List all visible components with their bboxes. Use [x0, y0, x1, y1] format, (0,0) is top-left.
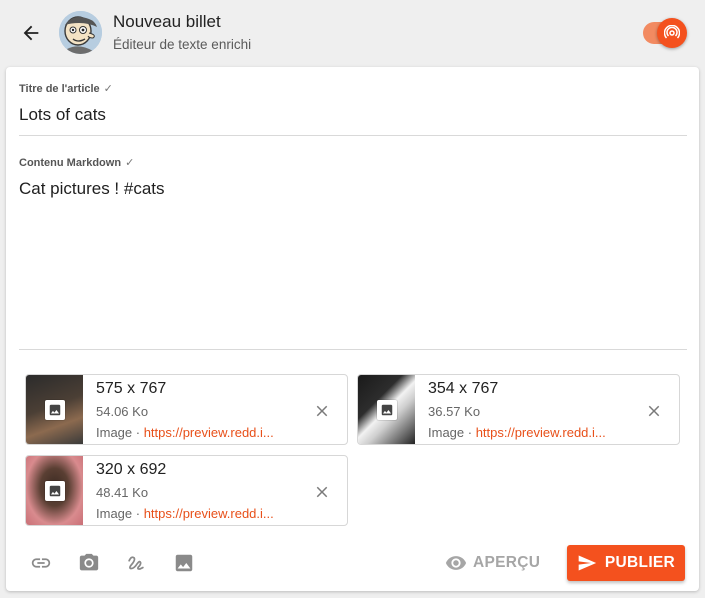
- take-photo-button[interactable]: [77, 551, 101, 575]
- attachment-link[interactable]: https://preview.redd.i...: [144, 425, 274, 440]
- page-subtitle: Éditeur de texte enrichi: [113, 37, 252, 52]
- attachment-dimensions: 354 x 767: [428, 380, 499, 397]
- attachment-meta: Image · https://preview.redd.i...: [96, 506, 274, 521]
- link-icon: [31, 558, 51, 568]
- preview-label: APERÇU: [473, 554, 541, 571]
- attachment-size: 54.06 Ko: [96, 404, 149, 419]
- image-icon: [376, 399, 397, 420]
- draw-button[interactable]: [124, 551, 148, 575]
- publish-button[interactable]: PUBLIER: [567, 545, 685, 581]
- attachment-thumbnail: [26, 375, 83, 444]
- broadcast-icon: [664, 25, 680, 39]
- preview-button[interactable]: APERÇU: [445, 545, 540, 581]
- divider: [19, 349, 687, 350]
- image-icon: [44, 480, 65, 501]
- arrow-back-icon: [23, 25, 39, 41]
- insert-image-button[interactable]: [172, 551, 196, 575]
- attachment-dimensions: 320 x 692: [96, 461, 167, 478]
- attachment-link[interactable]: https://preview.redd.i...: [144, 506, 274, 521]
- attachment-link[interactable]: https://preview.redd.i...: [476, 425, 606, 440]
- publish-label: PUBLIER: [604, 554, 676, 571]
- camera-icon: [79, 553, 99, 571]
- attachment-size: 36.57 Ko: [428, 404, 481, 419]
- remove-attachment-button[interactable]: [310, 480, 334, 504]
- title-label-row: Titre de l'article ✓: [19, 82, 113, 96]
- close-icon: [648, 405, 660, 417]
- image-icon: [44, 399, 65, 420]
- check-icon: ✓: [125, 157, 135, 169]
- remove-attachment-button[interactable]: [310, 399, 334, 423]
- remove-attachment-button[interactable]: [642, 399, 666, 423]
- attachment-meta: Image · https://preview.redd.i...: [428, 425, 606, 440]
- attachment-type: Image ·: [96, 425, 144, 440]
- close-icon: [316, 486, 328, 498]
- attachment-card[interactable]: 354 x 767 36.57 Ko Image · https://previ…: [357, 374, 680, 445]
- draw-icon: [128, 556, 144, 570]
- divider: [19, 135, 687, 136]
- eye-icon: [445, 556, 467, 570]
- editor-card: Titre de l'article ✓ Lots of cats Conten…: [6, 67, 699, 591]
- attachment-dimensions: 575 x 767: [96, 380, 167, 397]
- broadcast-toggle[interactable]: [641, 17, 689, 49]
- insert-link-button[interactable]: [29, 551, 53, 575]
- send-icon: [578, 555, 597, 571]
- attachment-card[interactable]: 575 x 767 54.06 Ko Image · https://previ…: [25, 374, 348, 445]
- image-icon: [175, 554, 193, 572]
- back-button[interactable]: [16, 18, 46, 48]
- content-field[interactable]: Cat pictures ! #cats: [19, 179, 165, 199]
- attachment-thumbnail: [26, 456, 83, 525]
- attachment-meta: Image · https://preview.redd.i...: [96, 425, 274, 440]
- check-icon: ✓: [103, 83, 113, 95]
- toggle-knob: [657, 18, 687, 48]
- content-field-label: Contenu Markdown: [19, 156, 122, 169]
- title-field[interactable]: Lots of cats: [19, 105, 106, 125]
- app-bar: Nouveau billet Éditeur de texte enrichi: [0, 0, 705, 66]
- close-icon: [316, 405, 328, 417]
- attachment-type: Image ·: [96, 506, 144, 521]
- avatar[interactable]: [59, 11, 102, 54]
- page-title: Nouveau billet: [113, 12, 221, 31]
- attachment-thumbnail: [358, 375, 415, 444]
- attachment-card[interactable]: 320 x 692 48.41 Ko Image · https://previ…: [25, 455, 348, 526]
- title-field-label: Titre de l'article: [19, 82, 100, 95]
- content-label-row: Contenu Markdown ✓: [19, 156, 135, 170]
- attachment-size: 48.41 Ko: [96, 485, 149, 500]
- attachment-type: Image ·: [428, 425, 476, 440]
